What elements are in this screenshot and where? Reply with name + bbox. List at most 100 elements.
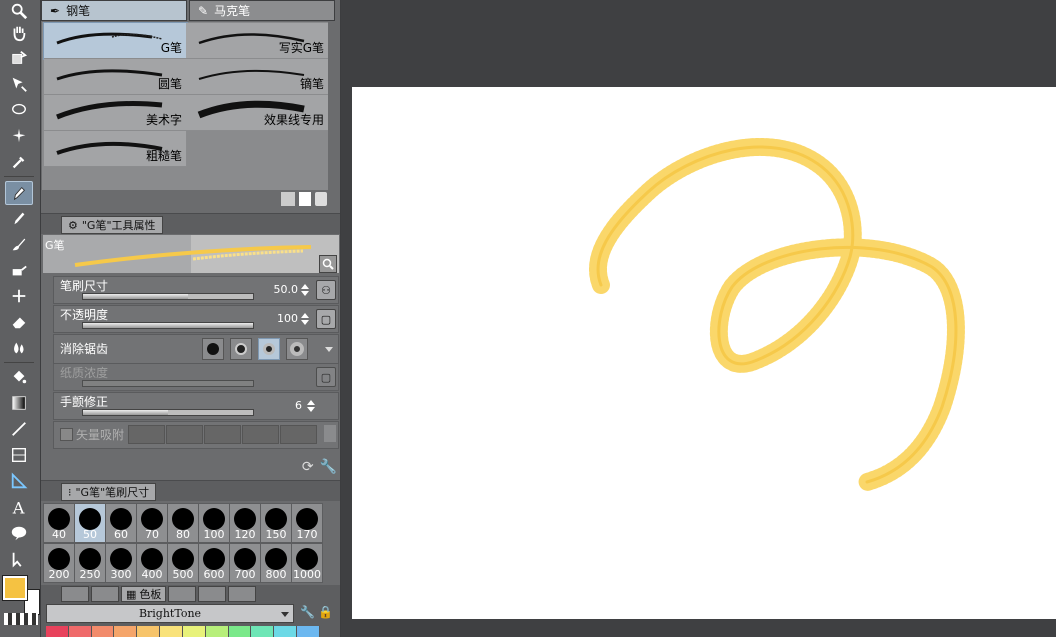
pen-tool-icon[interactable] [5,181,33,205]
brush-size-slider[interactable] [82,293,254,300]
color-swatch[interactable] [68,626,92,637]
paper-texture-slider[interactable] [82,380,254,387]
transparent-color-icon[interactable] [4,613,38,625]
eyedropper-icon[interactable] [6,151,32,173]
zoom-tool-icon[interactable] [6,0,32,22]
opacity-slider[interactable] [82,322,254,329]
color-set-tab[interactable]: ▦ 色板 [121,586,167,602]
history-tab-icon[interactable] [228,586,257,602]
airbrush-tool-icon[interactable] [6,259,32,281]
text-tool-icon[interactable]: A [6,496,32,518]
eraser-tool-icon[interactable] [6,311,32,333]
size-cell[interactable]: 80 [167,503,199,543]
vector-snap-checkbox[interactable] [60,428,73,441]
vector-snap-option[interactable] [242,425,279,444]
chevron-down-icon[interactable] [324,343,334,357]
tab-pen[interactable]: ✒ 钢笔 [41,0,187,21]
chevron-right-icon[interactable] [324,425,336,442]
decoration-tool-icon[interactable] [6,285,32,307]
brush-size-tab[interactable]: ⁝ "G笔"笔刷尺寸 [61,483,157,501]
size-cell[interactable]: 120 [229,503,261,543]
color-swatch[interactable] [46,626,69,637]
antialias-medium-icon[interactable] [258,338,280,360]
size-cell[interactable]: 200 [43,543,75,583]
new-sub-tool-icon[interactable] [299,192,311,206]
tool-property-tab[interactable]: ⚙ "G笔"工具属性 [61,216,163,234]
size-cell[interactable]: 40 [43,503,75,543]
fill-tool-icon[interactable] [6,366,32,388]
color-swatch[interactable] [297,626,320,637]
wrench-icon[interactable]: 🔧 [320,459,337,475]
balloon-tool-icon[interactable] [6,522,32,544]
antialias-none-icon[interactable] [202,338,224,360]
preview-search-icon[interactable] [319,255,337,273]
opacity-dynamics-icon[interactable]: ▢ [316,309,336,329]
brush-rough-pen[interactable]: 粗糙笔 [44,131,187,167]
size-cell[interactable]: 300 [105,543,137,583]
pencil-tool-icon[interactable] [6,207,32,229]
delete-sub-tool-icon[interactable] [315,192,327,206]
size-cell[interactable]: 70 [136,503,168,543]
paper-texture-dynamics-icon[interactable]: ▢ [316,367,336,387]
ruler-tool-icon[interactable] [6,470,32,492]
color-swatch[interactable] [182,626,206,637]
stabilization-spinner[interactable] [306,398,316,414]
brush-size-scrollbar[interactable] [328,501,340,583]
line-tool-icon[interactable] [6,418,32,440]
size-cell[interactable]: 100 [198,503,230,543]
vector-snap-option[interactable] [128,425,165,444]
size-cell[interactable]: 170 [291,503,323,543]
brush-size-spinner[interactable] [300,282,310,298]
brush-realistic-g-pen[interactable]: 写实G笔 [186,23,329,59]
main-color-swatch[interactable] [2,575,28,601]
intermediate-color-tab-icon[interactable] [168,586,197,602]
color-swatch[interactable] [114,626,138,637]
vector-snap-option[interactable] [166,425,203,444]
color-swatch[interactable] [251,626,275,637]
move-tool-icon[interactable] [6,73,32,95]
blend-tool-icon[interactable] [6,337,32,359]
magic-wand-icon[interactable] [6,125,32,147]
size-cell[interactable]: 700 [229,543,261,583]
gradient-tool-icon[interactable] [6,392,32,414]
size-cell[interactable]: 150 [260,503,292,543]
size-cell[interactable]: 800 [260,543,292,583]
brush-tool-icon[interactable] [6,233,32,255]
lock-icon[interactable]: 🔒 [318,605,333,619]
brush-round-pen[interactable]: 圆笔 [44,59,187,95]
color-set-select[interactable]: BrightTone [46,604,294,623]
color-swatch[interactable] [160,626,183,637]
color-swatch[interactable] [205,626,229,637]
canvas-area[interactable] [341,0,1056,637]
size-cell[interactable]: 60 [105,503,137,543]
size-cell[interactable]: 600 [198,543,230,583]
antialias-weak-icon[interactable] [230,338,252,360]
stabilization-slider[interactable] [82,409,254,416]
rotate-tool-icon[interactable] [6,47,32,69]
wrench-icon[interactable]: 🔧 [300,605,315,619]
size-cell[interactable]: 500 [167,543,199,583]
size-cell[interactable]: 50 [74,503,106,543]
color-swatch[interactable] [274,626,298,637]
brush-g-pen[interactable]: G笔 [43,22,188,60]
canvas-paper[interactable] [352,87,1056,619]
opacity-spinner[interactable] [300,311,310,327]
brush-effect-line[interactable]: 效果线专用 [186,95,329,131]
brush-size-dynamics-icon[interactable]: ⚇ [316,280,336,300]
antialias-strong-icon[interactable] [286,338,308,360]
frame-tool-icon[interactable] [6,444,32,466]
brush-turnip-pen[interactable]: 镝笔 [186,59,329,95]
color-wheel-tab-icon[interactable] [61,586,89,602]
color-swatch[interactable] [91,626,115,637]
color-swatch[interactable] [137,626,161,637]
color-slider-tab-icon[interactable] [91,586,119,602]
reset-icon[interactable]: ⟳ [302,459,314,475]
approx-color-tab-icon[interactable] [198,586,227,602]
tab-marker[interactable]: ✎ 马克笔 [189,0,335,21]
vector-snap-option[interactable] [280,425,317,444]
object-select-icon[interactable] [6,548,32,570]
size-cell[interactable]: 250 [74,543,106,583]
lasso-tool-icon[interactable] [6,99,32,121]
size-cell[interactable]: 1000 [291,543,323,583]
hand-tool-icon[interactable] [6,22,32,44]
